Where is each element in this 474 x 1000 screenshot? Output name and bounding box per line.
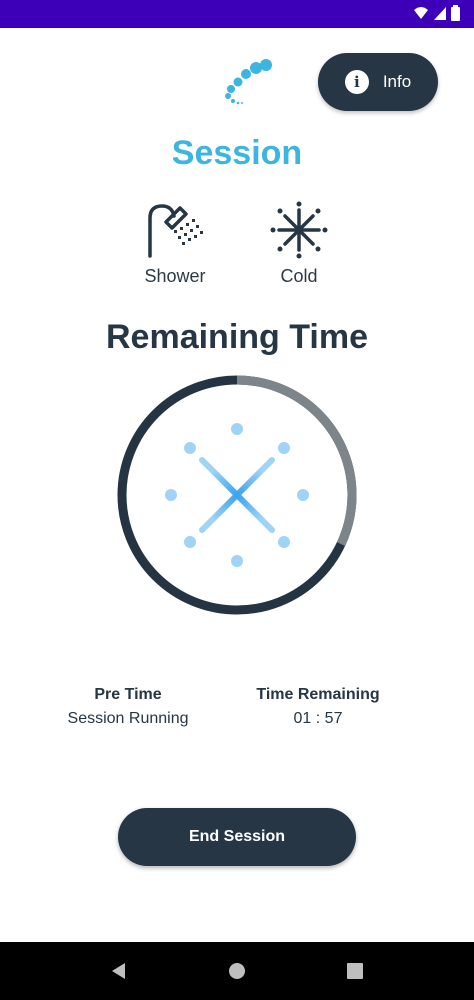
home-icon[interactable] — [227, 961, 247, 981]
battery-icon — [451, 5, 460, 21]
recents-icon[interactable] — [345, 961, 365, 981]
mode-shower-label: Shower — [144, 266, 206, 286]
info-button[interactable]: i Info — [318, 53, 438, 111]
time-remaining-value: 01 : 57 — [293, 710, 343, 727]
remaining-time-title: Remaining Time — [106, 318, 368, 356]
app-logo — [225, 59, 272, 105]
time-remaining-stat: Time Remaining 01 : 57 — [228, 686, 408, 728]
pre-time-stat: Pre Time Session Running — [38, 686, 218, 728]
signal-icon — [434, 7, 446, 20]
wifi-icon — [414, 7, 428, 19]
status-bar — [0, 0, 474, 28]
navigation-bar — [0, 942, 474, 1000]
mode-cold-label: Cold — [280, 266, 318, 286]
cold-snowflake-icon — [165, 423, 309, 567]
end-session-label: End Session — [188, 828, 286, 845]
session-title: Session — [171, 134, 303, 172]
mode-shower: Shower — [115, 198, 235, 287]
timer-progress-ring — [117, 375, 357, 615]
back-icon[interactable] — [109, 961, 129, 981]
snowflake-icon — [270, 201, 328, 259]
info-icon: i — [344, 70, 369, 94]
shower-icon — [148, 204, 203, 258]
pre-time-value: Session Running — [67, 710, 189, 727]
time-remaining-label: Time Remaining — [256, 686, 380, 703]
pre-time-label: Pre Time — [94, 686, 162, 703]
info-button-label: Info — [382, 72, 412, 91]
mode-cold: Cold — [239, 198, 359, 287]
end-session-button[interactable]: End Session — [118, 808, 356, 866]
